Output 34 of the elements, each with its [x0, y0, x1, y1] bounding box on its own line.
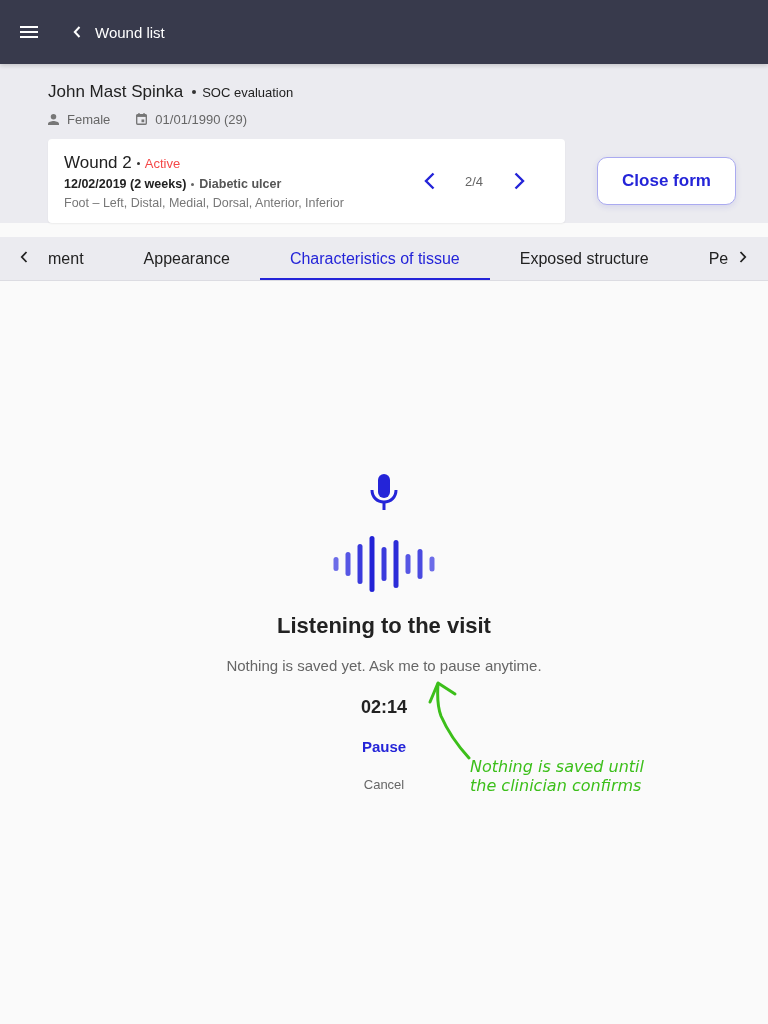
- person-icon: [48, 113, 59, 125]
- cancel-button[interactable]: Cancel: [359, 774, 409, 796]
- wound-position: 2/4: [464, 173, 483, 189]
- visit-type: SOC evaluation: [202, 84, 294, 100]
- back-button[interactable]: Wound list: [73, 23, 165, 41]
- menu-icon[interactable]: [20, 26, 38, 38]
- tab[interactable]: Appearance: [113, 237, 260, 280]
- tab[interactable]: Exposed structure: [489, 237, 679, 280]
- patient-birth-date: 01/01/1990 (29): [155, 111, 248, 127]
- bullet-icon: [192, 90, 197, 94]
- listening-title: Listening to the visit: [277, 613, 491, 639]
- chevron-left-icon: [73, 26, 81, 38]
- elapsed-timer: 02:14: [360, 696, 407, 718]
- wound-status: Active: [144, 155, 181, 171]
- close-form-button[interactable]: Close form: [597, 157, 736, 205]
- pause-button[interactable]: Pause: [357, 735, 411, 759]
- bullet-icon: [136, 161, 140, 165]
- listening-message: Nothing is saved yet. Ask me to pause anytime.: [226, 656, 542, 676]
- chevron-right-icon[interactable]: [514, 172, 525, 190]
- patient-sex: Female: [67, 111, 111, 127]
- annotation-note: Nothing is saved until the clinician confirms: [470, 757, 645, 795]
- wound-location: Foot – Left, Distal, Medial, Dorsal, Anterior, Inferior: [64, 196, 344, 210]
- tab[interactable]: ment: [48, 237, 114, 280]
- tab[interactable]: Pe: [678, 237, 729, 280]
- wound-date: 12/02/2019 (2 weeks): [64, 177, 187, 191]
- patient-name: John Mast Spinka: [48, 82, 184, 102]
- wound-type: Diabetic ulcer: [199, 177, 282, 191]
- microphone-icon: [370, 474, 398, 510]
- chevron-left-icon[interactable]: [20, 251, 28, 263]
- chevron-left-icon[interactable]: [423, 172, 435, 190]
- wound-title: Wound 2: [64, 153, 132, 173]
- chevron-right-icon[interactable]: [739, 251, 747, 263]
- bullet-icon: [191, 182, 195, 186]
- calendar-icon: [136, 113, 148, 125]
